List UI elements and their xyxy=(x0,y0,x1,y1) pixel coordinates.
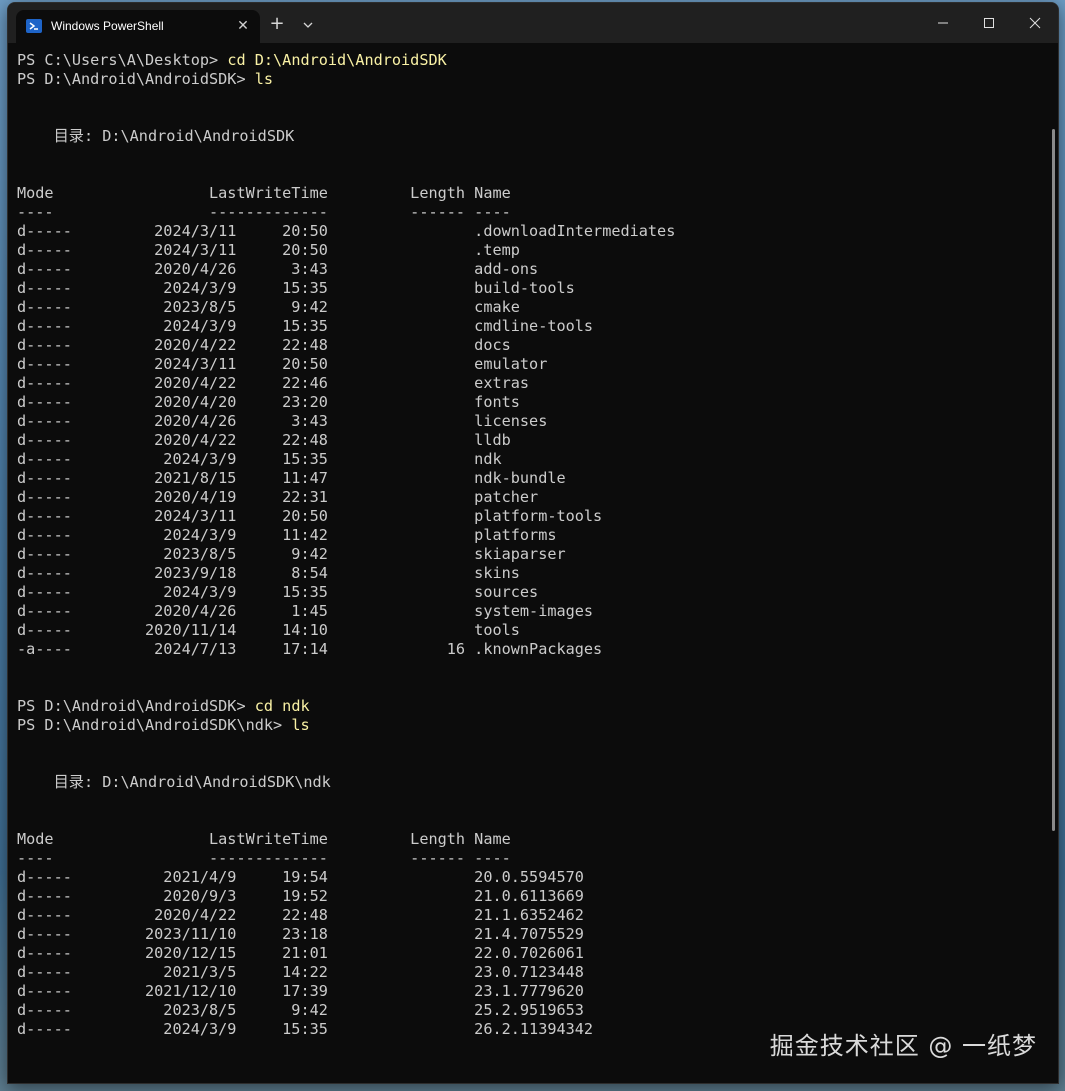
terminal-line: ---- ------------- ------ ---- xyxy=(17,203,511,221)
terminal-line: d----- 2020/4/22 22:48 docs xyxy=(17,336,511,354)
terminal-output[interactable]: PS C:\Users\A\Desktop> cd D:\Android\And… xyxy=(17,51,1038,1083)
terminal-line: Mode LastWriteTime Length Name xyxy=(17,830,511,848)
prompt-text: PS D:\Android\AndroidSDK> xyxy=(17,70,255,88)
powershell-window: Windows PowerShell ✕ + PS C:\Users\A\Des… xyxy=(7,2,1059,1084)
terminal-line: PS D:\Android\AndroidSDK> ls xyxy=(17,70,1038,89)
maximize-button[interactable] xyxy=(966,3,1012,43)
prompt-text: PS D:\Android\AndroidSDK> xyxy=(17,697,255,715)
new-tab-button[interactable]: + xyxy=(266,14,288,36)
terminal-line: d----- 2023/11/10 23:18 21.4.7075529 xyxy=(17,925,584,943)
terminal-line: d----- 2024/3/11 20:50 platform-tools xyxy=(17,507,603,525)
terminal-line: d----- 2020/4/22 22:48 lldb xyxy=(17,431,511,449)
terminal-line: d----- 2020/9/3 19:52 21.0.6113669 xyxy=(17,887,584,905)
terminal-line: d----- 2020/4/22 22:48 21.1.6352462 xyxy=(17,906,584,924)
terminal-line: d----- 2024/3/11 20:50 emulator xyxy=(17,355,548,373)
terminal-line: -a---- 2024/7/13 17:14 16 .knownPackages xyxy=(17,640,603,658)
terminal-line: d----- 2020/4/26 3:43 licenses xyxy=(17,412,548,430)
terminal-line: 目录: D:\Android\AndroidSDK\ndk xyxy=(17,773,331,791)
command-text: cd ndk xyxy=(254,697,310,715)
maximize-icon xyxy=(984,18,994,28)
terminal-line: Mode LastWriteTime Length Name xyxy=(17,184,511,202)
terminal-line: d----- 2020/4/26 3:43 add-ons xyxy=(17,260,539,278)
chevron-down-icon[interactable] xyxy=(298,14,318,36)
terminal-line: d----- 2020/4/22 22:46 extras xyxy=(17,374,530,392)
terminal-line: d----- 2023/9/18 8:54 skins xyxy=(17,564,520,582)
terminal-line: d----- 2024/3/9 15:35 build-tools xyxy=(17,279,575,297)
terminal-line: d----- 2024/3/11 20:50 .downloadIntermed… xyxy=(17,222,676,240)
scrollbar[interactable] xyxy=(1052,129,1055,831)
tab-close-button[interactable]: ✕ xyxy=(232,15,254,37)
terminal-line: d----- 2020/4/19 22:31 patcher xyxy=(17,488,539,506)
watermark: 掘金技术社区 @ 一纸梦 xyxy=(769,1032,1037,1060)
terminal-line: d----- 2020/4/20 23:20 fonts xyxy=(17,393,520,411)
terminal-line: d----- 2021/4/9 19:54 20.0.5594570 xyxy=(17,868,584,886)
terminal-line: d----- 2020/12/15 21:01 22.0.7026061 xyxy=(17,944,584,962)
terminal-line: PS D:\Android\AndroidSDK> cd ndk xyxy=(17,697,1038,716)
terminal-line: PS D:\Android\AndroidSDK\ndk> ls xyxy=(17,716,1038,735)
command-text: ls xyxy=(254,70,274,88)
terminal-line: d----- 2021/12/10 17:39 23.1.7779620 xyxy=(17,982,584,1000)
terminal-line: d----- 2023/8/5 9:42 cmake xyxy=(17,298,520,316)
prompt-text: PS D:\Android\AndroidSDK\ndk> xyxy=(17,716,292,734)
terminal-line: ---- ------------- ------ ---- xyxy=(17,849,511,867)
tab-windows-powershell[interactable]: Windows PowerShell ✕ xyxy=(16,10,260,43)
tab-title: Windows PowerShell xyxy=(51,19,164,33)
close-icon xyxy=(1029,17,1041,29)
terminal-line: d----- 2020/11/14 14:10 tools xyxy=(17,621,520,639)
terminal-line: d----- 2021/8/15 11:47 ndk-bundle xyxy=(17,469,566,487)
terminal-line: d----- 2020/4/26 1:45 system-images xyxy=(17,602,594,620)
terminal-line: PS C:\Users\A\Desktop> cd D:\Android\And… xyxy=(17,51,1038,70)
close-button[interactable] xyxy=(1012,3,1058,43)
title-bar[interactable]: Windows PowerShell ✕ + xyxy=(8,3,1058,43)
terminal-line: d----- 2024/3/9 15:35 sources xyxy=(17,583,539,601)
terminal-line: d----- 2024/3/9 15:35 cmdline-tools xyxy=(17,317,594,335)
terminal-line: d----- 2024/3/9 11:42 platforms xyxy=(17,526,557,544)
terminal-line: 目录: D:\Android\AndroidSDK xyxy=(17,127,295,145)
terminal-line: d----- 2021/3/5 14:22 23.0.7123448 xyxy=(17,963,584,981)
terminal-line: d----- 2024/3/9 15:35 ndk xyxy=(17,450,502,468)
prompt-text: PS C:\Users\A\Desktop> xyxy=(17,51,228,69)
minimize-button[interactable] xyxy=(920,3,966,43)
powershell-icon xyxy=(26,19,42,33)
terminal-line: d----- 2023/8/5 9:42 25.2.9519653 xyxy=(17,1001,584,1019)
minimize-icon xyxy=(938,22,948,24)
terminal-line: d----- 2023/8/5 9:42 skiaparser xyxy=(17,545,566,563)
command-text: ls xyxy=(291,716,310,734)
terminal-line: d----- 2024/3/11 20:50 .temp xyxy=(17,241,520,259)
command-text: cd D:\Android\AndroidSDK xyxy=(227,51,447,69)
